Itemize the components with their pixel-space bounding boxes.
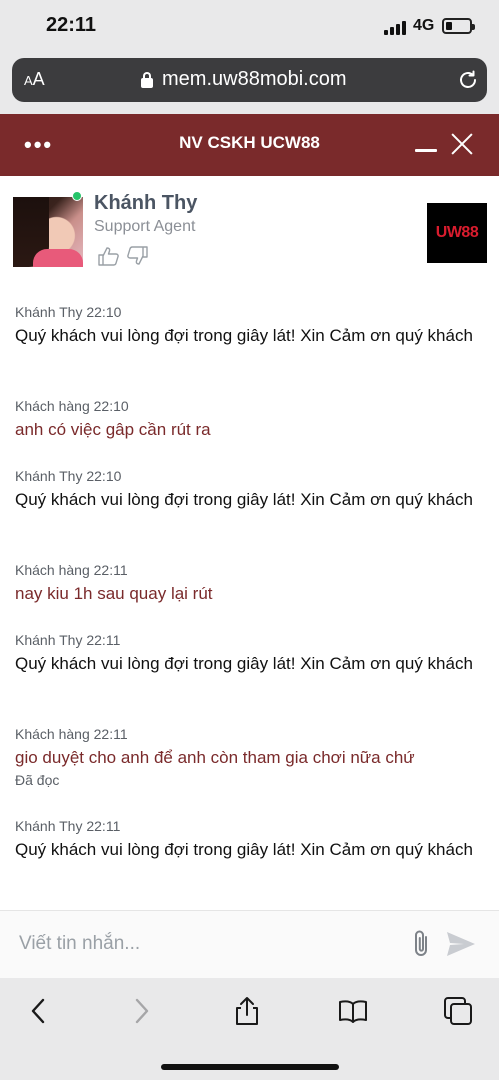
agent-role: Support Agent (94, 218, 196, 235)
message-composer: Viết tin nhắn... (0, 910, 499, 978)
message-item: Khách hàng 22:10 anh có việc gâp cần rút… (15, 398, 485, 442)
status-time: 22:11 (46, 14, 97, 36)
attach-icon[interactable] (411, 929, 433, 959)
share-icon[interactable] (232, 996, 262, 1026)
message-meta: Khách hàng 22:11 (15, 726, 128, 742)
message-meta: Khánh Thy 22:11 (15, 818, 121, 834)
message-meta: Khánh Thy 22:10 (15, 304, 122, 320)
thumbs-up-icon[interactable] (98, 246, 120, 266)
browser-address-area: AA mem.uw88mobi.com (0, 52, 499, 114)
minimize-icon[interactable] (415, 149, 437, 152)
message-list: Khánh Thy 22:10 Quý khách vui lòng đợi t… (0, 290, 499, 910)
thumbs-down-icon[interactable] (126, 246, 148, 266)
message-text: Quý khách vui lòng đợi trong giây lát! X… (15, 840, 473, 859)
message-item: Khánh Thy 22:11 Quý khách vui lòng đợi t… (15, 818, 485, 862)
message-text: anh có việc gâp cần rút ra (15, 420, 211, 439)
network-type: 4G (413, 17, 435, 34)
message-text: Quý khách vui lòng đợi trong giây lát! X… (15, 326, 473, 345)
message-text: nay kiu 1h sau quay lại rút (15, 584, 213, 603)
agent-name: Khánh Thy (94, 192, 198, 214)
close-icon[interactable] (450, 132, 474, 156)
message-item: Khánh Thy 22:11 Quý khách vui lòng đợi t… (15, 632, 485, 676)
signal-icon (384, 19, 408, 35)
message-item: Khách hàng 22:11 gio duyệt cho anh để an… (15, 726, 485, 788)
message-item: Khánh Thy 22:10 Quý khách vui lòng đợi t… (15, 304, 485, 348)
message-item: Khách hàng 22:11 nay kiu 1h sau quay lại… (15, 562, 485, 606)
back-icon[interactable] (24, 996, 54, 1026)
message-meta: Khánh Thy 22:10 (15, 468, 122, 484)
reader-text-size-button[interactable]: AA (24, 69, 45, 90)
address-bar[interactable]: AA mem.uw88mobi.com (12, 58, 487, 102)
message-text: gio duyệt cho anh để anh còn tham gia ch… (15, 748, 415, 767)
message-text: Quý khách vui lòng đợi trong giây lát! X… (15, 654, 473, 673)
url-text[interactable]: mem.uw88mobi.com (162, 68, 347, 91)
home-indicator (161, 1064, 339, 1070)
status-bar: 22:11 4G (0, 0, 499, 52)
message-text: Quý khách vui lòng đợi trong giây lát! X… (15, 490, 473, 509)
message-meta: Khách hàng 22:10 (15, 398, 129, 414)
message-item: Khánh Thy 22:10 Quý khách vui lòng đợi t… (15, 468, 485, 512)
agent-card: Khánh Thy Support Agent UW88 (0, 176, 499, 290)
brand-logo: UW88 (427, 203, 487, 263)
message-meta: Khách hàng 22:11 (15, 562, 128, 578)
reload-icon[interactable] (457, 69, 479, 91)
message-input[interactable]: Viết tin nhắn... (19, 933, 140, 955)
read-receipt: Đã đọc (15, 772, 60, 788)
bookmarks-icon[interactable] (338, 996, 368, 1026)
agent-avatar (13, 197, 83, 267)
lock-icon (141, 72, 153, 88)
battery-icon (442, 18, 475, 34)
chat-header: ••• NV CSKH UCW88 (0, 114, 499, 176)
message-meta: Khánh Thy 22:11 (15, 632, 121, 648)
online-status-icon (72, 191, 82, 201)
send-icon[interactable] (446, 931, 476, 957)
forward-icon[interactable] (126, 996, 156, 1026)
tabs-icon[interactable] (443, 996, 473, 1026)
